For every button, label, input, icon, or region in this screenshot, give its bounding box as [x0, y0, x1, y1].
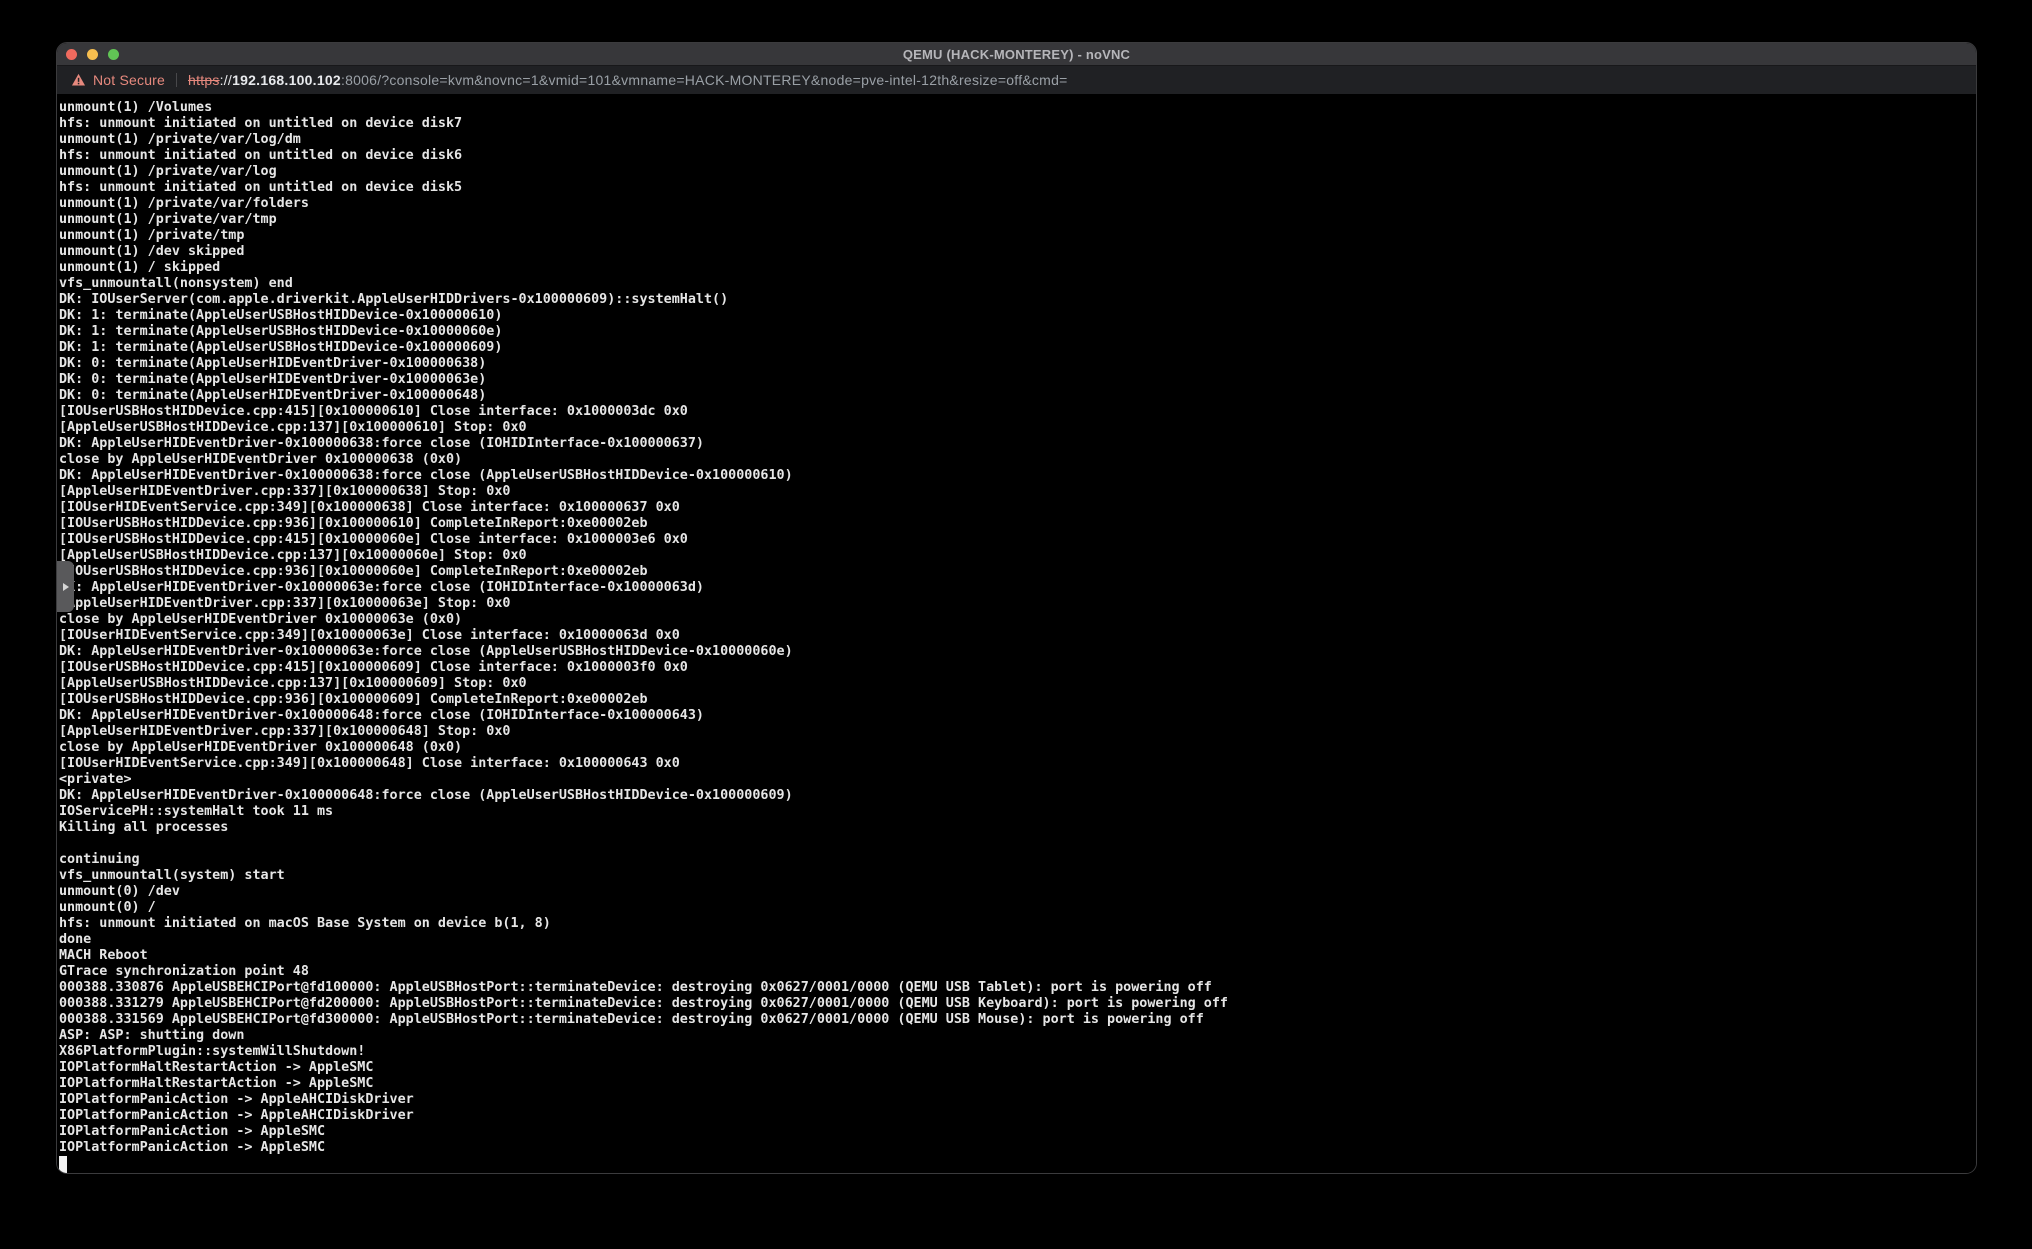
console-line: close by AppleUserHIDEventDriver 0x10000…: [59, 452, 1976, 468]
address-bar[interactable]: Not Secure https://192.168.100.102:8006/…: [57, 66, 1976, 94]
url-field[interactable]: https://192.168.100.102:8006/?console=kv…: [188, 72, 1068, 88]
console-line: [AppleUserHIDEventDriver.cpp:337][0x1000…: [59, 484, 1976, 500]
console-line: X86PlatformPlugin::systemWillShutdown!: [59, 1044, 1976, 1060]
console-line: IOServicePH::systemHalt took 11 ms: [59, 804, 1976, 820]
chevron-right-icon: [63, 583, 69, 591]
console-line: unmount(1) /private/var/tmp: [59, 212, 1976, 228]
url-separator: ://: [220, 72, 232, 88]
console-line: DK: 0: terminate(AppleUserHIDEventDriver…: [59, 356, 1976, 372]
console-output: unmount(1) /Volumeshfs: unmount initiate…: [57, 95, 1976, 1156]
warning-triangle-icon: [71, 73, 86, 87]
console-line: [IOUserUSBHostHIDDevice.cpp:415][0x10000…: [59, 404, 1976, 420]
browser-window: QEMU (HACK-MONTEREY) - noVNC Not Secure …: [56, 42, 1977, 1174]
console-line: DK: AppleUserHIDEventDriver-0x100000648:…: [59, 708, 1976, 724]
console-line: DK: AppleUserHIDEventDriver-0x100000638:…: [59, 468, 1976, 484]
address-bar-divider: [176, 73, 177, 87]
text-cursor: [59, 1156, 67, 1173]
console-line: DK: AppleUserHIDEventDriver-0x100000648:…: [59, 788, 1976, 804]
vnc-console-screen[interactable]: unmount(1) /Volumeshfs: unmount initiate…: [57, 95, 1976, 1173]
console-line: [IOUserHIDEventService.cpp:349][0x100000…: [59, 756, 1976, 772]
console-line: [IOUserHIDEventService.cpp:349][0x100000…: [59, 500, 1976, 516]
console-line: [IOUserHIDEventService.cpp:349][0x100000…: [59, 628, 1976, 644]
console-line: unmount(1) / skipped: [59, 260, 1976, 276]
console-line: [IOUserUSBHostHIDDevice.cpp:936][0x10000…: [59, 564, 1976, 580]
console-line: [IOUserUSBHostHIDDevice.cpp:936][0x10000…: [59, 516, 1976, 532]
url-scheme: https: [188, 72, 220, 88]
console-line: unmount(1) /dev skipped: [59, 244, 1976, 260]
url-host: 192.168.100.102: [232, 72, 341, 88]
traffic-lights: [57, 49, 119, 60]
console-line: continuing: [59, 852, 1976, 868]
close-button[interactable]: [66, 49, 77, 60]
console-line: IOPlatformPanicAction -> AppleAHCIDiskDr…: [59, 1108, 1976, 1124]
console-line: [AppleUserHIDEventDriver.cpp:337][0x1000…: [59, 596, 1976, 612]
console-line: unmount(0) /dev: [59, 884, 1976, 900]
console-line: 000388.331279 AppleUSBEHCIPort@fd200000:…: [59, 996, 1976, 1012]
console-line: 000388.331569 AppleUSBEHCIPort@fd300000:…: [59, 1012, 1976, 1028]
console-line: IOPlatformPanicAction -> AppleSMC: [59, 1124, 1976, 1140]
console-line: DK: 1: terminate(AppleUserUSBHostHIDDevi…: [59, 324, 1976, 340]
console-line: IOPlatformHaltRestartAction -> AppleSMC: [59, 1060, 1976, 1076]
console-line: [AppleUserUSBHostHIDDevice.cpp:137][0x10…: [59, 676, 1976, 692]
console-line: [AppleUserUSBHostHIDDevice.cpp:137][0x10…: [59, 420, 1976, 436]
console-line: close by AppleUserHIDEventDriver 0x10000…: [59, 740, 1976, 756]
console-line: [IOUserUSBHostHIDDevice.cpp:415][0x10000…: [59, 532, 1976, 548]
console-line: DK: IOUserServer(com.apple.driverkit.App…: [59, 292, 1976, 308]
minimize-button[interactable]: [87, 49, 98, 60]
console-line: DK: AppleUserHIDEventDriver-0x100000638:…: [59, 436, 1976, 452]
console-line: DK: 1: terminate(AppleUserUSBHostHIDDevi…: [59, 340, 1976, 356]
console-line: IOPlatformPanicAction -> AppleSMC: [59, 1140, 1976, 1156]
console-line: unmount(1) /private/var/log: [59, 164, 1976, 180]
console-line: hfs: unmount initiated on untitled on de…: [59, 180, 1976, 196]
not-secure-label[interactable]: Not Secure: [93, 72, 165, 88]
console-line: [IOUserUSBHostHIDDevice.cpp:415][0x10000…: [59, 660, 1976, 676]
console-line: hfs: unmount initiated on untitled on de…: [59, 148, 1976, 164]
console-line: unmount(0) /: [59, 900, 1976, 916]
console-line: <private>: [59, 772, 1976, 788]
window-titlebar[interactable]: QEMU (HACK-MONTEREY) - noVNC: [57, 43, 1976, 66]
console-line: DK: AppleUserHIDEventDriver-0x10000063e:…: [59, 580, 1976, 596]
console-line: vfs_unmountall(system) start: [59, 868, 1976, 884]
console-line: MACH Reboot: [59, 948, 1976, 964]
console-line: done: [59, 932, 1976, 948]
console-line: [AppleUserUSBHostHIDDevice.cpp:137][0x10…: [59, 548, 1976, 564]
console-line: [IOUserUSBHostHIDDevice.cpp:936][0x10000…: [59, 692, 1976, 708]
console-line: unmount(1) /Volumes: [59, 100, 1976, 116]
zoom-button[interactable]: [108, 49, 119, 60]
console-line: IOPlatformPanicAction -> AppleAHCIDiskDr…: [59, 1092, 1976, 1108]
console-line: close by AppleUserHIDEventDriver 0x10000…: [59, 612, 1976, 628]
console-line: Killing all processes: [59, 820, 1976, 836]
console-line: DK: 0: terminate(AppleUserHIDEventDriver…: [59, 388, 1976, 404]
window-title: QEMU (HACK-MONTEREY) - noVNC: [57, 47, 1976, 62]
novnc-control-bar-handle[interactable]: [57, 561, 74, 612]
console-line: ASP: ASP: shutting down: [59, 1028, 1976, 1044]
console-line: DK: 0: terminate(AppleUserHIDEventDriver…: [59, 372, 1976, 388]
console-line: GTrace synchronization point 48: [59, 964, 1976, 980]
console-line: DK: AppleUserHIDEventDriver-0x10000063e:…: [59, 644, 1976, 660]
console-line: unmount(1) /private/var/log/dm: [59, 132, 1976, 148]
console-line: DK: 1: terminate(AppleUserUSBHostHIDDevi…: [59, 308, 1976, 324]
console-line: unmount(1) /private/var/folders: [59, 196, 1976, 212]
console-line: [59, 836, 1976, 852]
console-line: [AppleUserHIDEventDriver.cpp:337][0x1000…: [59, 724, 1976, 740]
console-line: vfs_unmountall(nonsystem) end: [59, 276, 1976, 292]
console-line: hfs: unmount initiated on macOS Base Sys…: [59, 916, 1976, 932]
console-line: hfs: unmount initiated on untitled on de…: [59, 116, 1976, 132]
console-line: 000388.330876 AppleUSBEHCIPort@fd100000:…: [59, 980, 1976, 996]
console-line: unmount(1) /private/tmp: [59, 228, 1976, 244]
console-line: IOPlatformHaltRestartAction -> AppleSMC: [59, 1076, 1976, 1092]
url-path: :8006/?console=kvm&novnc=1&vmid=101&vmna…: [341, 72, 1068, 88]
